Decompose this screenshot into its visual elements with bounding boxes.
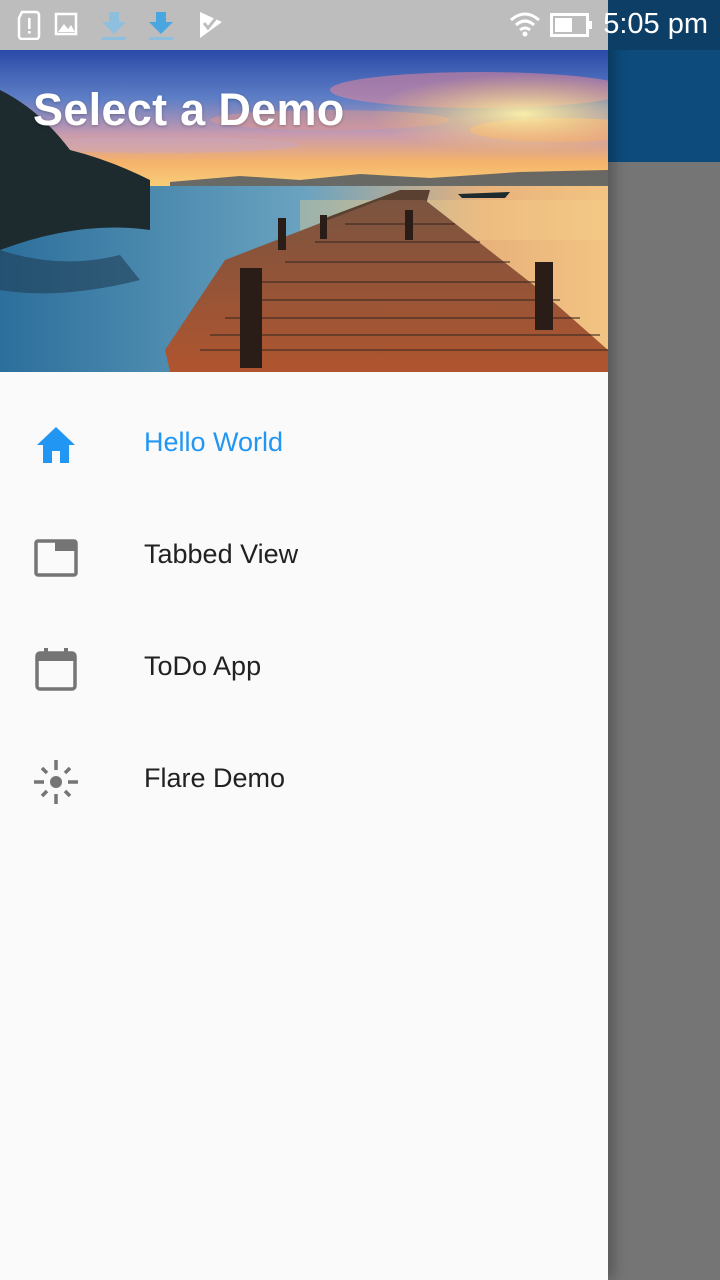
download-icon	[147, 10, 175, 47]
battery-icon	[550, 13, 594, 42]
menu-item-flare-demo[interactable]: Flare Demo	[0, 725, 608, 837]
menu-item-label: Hello World	[144, 427, 284, 457]
sd-card-alert-icon	[16, 10, 42, 45]
navigation-drawer: Select a Demo Hello World Tabbed View To…	[0, 0, 608, 1280]
image-icon	[54, 10, 78, 43]
drawer-menu: Hello World Tabbed View ToDo App Flare D…	[0, 389, 608, 837]
wifi-icon	[509, 12, 541, 43]
drawer-header: Select a Demo	[0, 50, 608, 372]
home-icon	[33, 423, 79, 469]
calendar-icon	[33, 647, 79, 693]
download-icon	[100, 10, 128, 47]
tab-icon	[33, 535, 79, 581]
menu-item-label: Tabbed View	[144, 539, 299, 569]
brightness-icon	[33, 759, 79, 805]
status-time: 5:05 pm	[603, 8, 708, 40]
menu-item-hello-world[interactable]: Hello World	[0, 389, 608, 501]
menu-item-label: ToDo App	[144, 651, 262, 681]
drawer-title: Select a Demo	[33, 84, 345, 135]
check-flag-icon	[196, 10, 224, 45]
menu-item-todo-app[interactable]: ToDo App	[0, 613, 608, 725]
status-bar: 5:05 pm	[0, 0, 720, 50]
menu-item-tabbed-view[interactable]: Tabbed View	[0, 501, 608, 613]
menu-item-label: Flare Demo	[144, 763, 286, 793]
